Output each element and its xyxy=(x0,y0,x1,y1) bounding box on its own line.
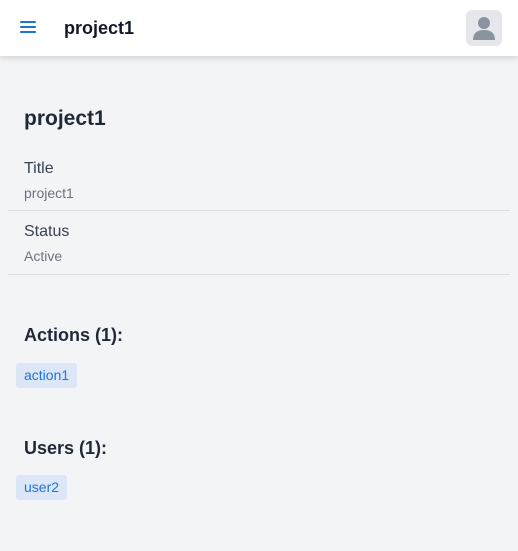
field-status: Status Active xyxy=(8,211,510,275)
app-header: project1 xyxy=(0,0,518,56)
app-title: project1 xyxy=(64,18,135,38)
actions-heading: Actions (1): xyxy=(24,325,123,345)
field-label: Status xyxy=(24,223,70,240)
field-value: project1 xyxy=(24,185,74,201)
user-chip[interactable]: user2 xyxy=(16,475,68,500)
menu-icon[interactable] xyxy=(18,19,38,37)
user-avatar-icon[interactable] xyxy=(466,10,502,46)
main-content: project1 Title project1 Status Active Ac… xyxy=(0,56,518,551)
page-title: project1 xyxy=(24,107,106,130)
field-title: Title project1 xyxy=(8,144,510,211)
users-heading: Users (1): xyxy=(24,438,108,458)
field-value: Active xyxy=(24,248,63,264)
field-label: Title xyxy=(24,160,54,177)
action-chip[interactable]: action1 xyxy=(16,363,78,388)
